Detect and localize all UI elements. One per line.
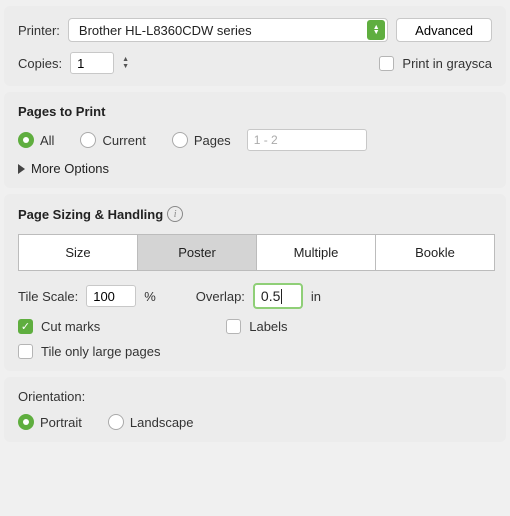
dropdown-arrows-icon: ▲▼ (367, 20, 385, 40)
tab-size[interactable]: Size (18, 234, 138, 271)
tile-scale-unit: % (144, 289, 156, 304)
tile-only-checkbox[interactable] (18, 344, 33, 359)
stepper-down-icon[interactable]: ▼ (122, 64, 134, 70)
printer-selected: Brother HL-L8360CDW series (79, 23, 252, 38)
printer-dropdown[interactable]: Brother HL-L8360CDW series ▲▼ (68, 18, 388, 42)
copies-label: Copies: (18, 56, 62, 71)
tab-booklet[interactable]: Bookle (375, 234, 495, 271)
orientation-heading: Orientation: (18, 389, 492, 404)
labels-label: Labels (249, 319, 287, 334)
pages-current-radio[interactable] (80, 132, 96, 148)
cutmarks-checkbox[interactable]: ✓ (18, 319, 33, 334)
pages-section: Pages to Print All Current Pages 1 - 2 M… (4, 92, 506, 188)
grayscale-label: Print in graysca (402, 56, 492, 71)
sizing-tabs: Size Poster Multiple Bookle (18, 234, 492, 271)
tile-scale-input[interactable] (86, 285, 136, 307)
orientation-landscape-label: Landscape (130, 415, 194, 430)
tile-only-label: Tile only large pages (41, 344, 160, 359)
pages-all-radio[interactable] (18, 132, 34, 148)
copies-stepper[interactable]: ▲ ▼ (122, 52, 134, 74)
tab-poster[interactable]: Poster (137, 234, 257, 271)
labels-checkbox[interactable] (226, 319, 241, 334)
advanced-button[interactable]: Advanced (396, 18, 492, 42)
orientation-landscape-radio[interactable] (108, 414, 124, 430)
tile-scale-label: Tile Scale: (18, 289, 78, 304)
pages-all-label: All (40, 133, 54, 148)
printer-label: Printer: (18, 23, 60, 38)
overlap-input[interactable]: 0.5 (253, 283, 303, 309)
disclosure-arrow-icon (18, 164, 25, 174)
pages-heading: Pages to Print (18, 104, 492, 119)
pages-range-input[interactable]: 1 - 2 (247, 129, 367, 151)
cutmarks-label: Cut marks (41, 319, 100, 334)
pages-range-label: Pages (194, 133, 231, 148)
overlap-label: Overlap: (196, 289, 245, 304)
pages-range-radio[interactable] (172, 132, 188, 148)
sizing-section: Page Sizing & Handling i Size Poster Mul… (4, 194, 506, 371)
copies-input[interactable] (70, 52, 114, 74)
tab-multiple[interactable]: Multiple (256, 234, 376, 271)
grayscale-checkbox[interactable] (379, 56, 394, 71)
info-icon[interactable]: i (167, 206, 183, 222)
printer-section: Printer: Brother HL-L8360CDW series ▲▼ A… (4, 6, 506, 86)
orientation-section: Orientation: Portrait Landscape (4, 377, 506, 442)
orientation-portrait-label: Portrait (40, 415, 82, 430)
more-options-label: More Options (31, 161, 109, 176)
more-options-toggle[interactable]: More Options (18, 161, 492, 176)
overlap-unit: in (311, 289, 321, 304)
stepper-up-icon[interactable]: ▲ (122, 57, 134, 63)
orientation-portrait-radio[interactable] (18, 414, 34, 430)
pages-current-label: Current (102, 133, 145, 148)
sizing-heading: Page Sizing & Handling (18, 207, 163, 222)
